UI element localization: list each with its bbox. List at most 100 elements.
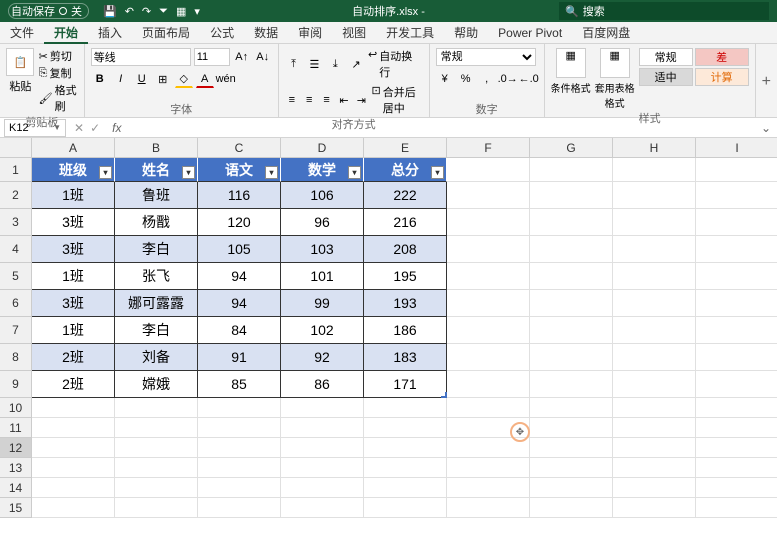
cell-E11[interactable] <box>364 418 447 438</box>
filter-button[interactable]: ▾ <box>431 166 444 179</box>
cell-F5[interactable] <box>447 263 530 290</box>
cell-G1[interactable] <box>530 158 613 182</box>
cell-F4[interactable] <box>447 236 530 263</box>
cell-I15[interactable] <box>696 498 777 518</box>
increase-font-icon[interactable]: A↑ <box>233 48 251 66</box>
col-header-F[interactable]: F <box>447 138 530 158</box>
tab-数据[interactable]: 数据 <box>244 22 288 44</box>
table-icon[interactable]: ▦ <box>176 5 186 18</box>
align-top-icon[interactable]: ⤒ <box>285 55 303 73</box>
cell-B11[interactable] <box>115 418 198 438</box>
cell-H14[interactable] <box>613 478 696 498</box>
cell-B13[interactable] <box>115 458 198 478</box>
cell-H3[interactable] <box>613 209 696 236</box>
cell-F6[interactable] <box>447 290 530 317</box>
cell-E10[interactable] <box>364 398 447 418</box>
cell-A8[interactable]: 2班 <box>32 344 115 371</box>
align-center-icon[interactable]: ≡ <box>302 91 316 109</box>
row-header-7[interactable]: 7 <box>0 317 32 344</box>
cell-C11[interactable] <box>198 418 281 438</box>
cell-B3[interactable]: 杨戬 <box>115 209 198 236</box>
font-color-button[interactable]: A <box>196 70 214 88</box>
cell-A6[interactable]: 3班 <box>32 290 115 317</box>
tab-开始[interactable]: 开始 <box>44 22 88 44</box>
align-middle-icon[interactable]: ☰ <box>306 55 324 73</box>
cell-H13[interactable] <box>613 458 696 478</box>
cell-G12[interactable] <box>530 438 613 458</box>
cell-D2[interactable]: 106 <box>281 182 364 209</box>
col-header-D[interactable]: D <box>281 138 364 158</box>
cell-B5[interactable]: 张飞 <box>115 263 198 290</box>
cell-A3[interactable]: 3班 <box>32 209 115 236</box>
cell-B12[interactable] <box>115 438 198 458</box>
cell-I12[interactable] <box>696 438 777 458</box>
tab-审阅[interactable]: 审阅 <box>288 22 332 44</box>
spreadsheet-grid[interactable]: ABCDEFGHI 123456789101112131415 班级▾姓名▾语文… <box>0 138 777 552</box>
ribbon-expand[interactable]: + <box>756 44 777 117</box>
cut-button[interactable]: ✂剪切 <box>39 48 78 64</box>
cell-G15[interactable] <box>530 498 613 518</box>
cell-I3[interactable] <box>696 209 777 236</box>
cell-G11[interactable] <box>530 418 613 438</box>
row-header-3[interactable]: 3 <box>0 209 32 236</box>
filter-button[interactable]: ▾ <box>348 166 361 179</box>
cell-C6[interactable]: 94 <box>198 290 281 317</box>
cell-A7[interactable]: 1班 <box>32 317 115 344</box>
merge-button[interactable]: ⊡合并后居中 <box>371 84 422 116</box>
cell-G14[interactable] <box>530 478 613 498</box>
row-header-14[interactable]: 14 <box>0 478 32 498</box>
cell-E12[interactable] <box>364 438 447 458</box>
cell-G5[interactable] <box>530 263 613 290</box>
cell-I6[interactable] <box>696 290 777 317</box>
cell-E1[interactable]: 总分▾ <box>364 158 447 182</box>
number-format-select[interactable]: 常规 <box>436 48 536 66</box>
tab-页面布局[interactable]: 页面布局 <box>132 22 200 44</box>
cell-E4[interactable]: 208 <box>364 236 447 263</box>
cell-A9[interactable]: 2班 <box>32 371 115 398</box>
cell-I10[interactable] <box>696 398 777 418</box>
cell-H8[interactable] <box>613 344 696 371</box>
search-box[interactable]: 🔍 搜索 <box>559 2 769 20</box>
expand-formula-bar-icon[interactable]: ⌄ <box>755 121 777 135</box>
filter-button[interactable]: ▾ <box>182 166 195 179</box>
cell-I2[interactable] <box>696 182 777 209</box>
cell-I1[interactable] <box>696 158 777 182</box>
cell-A11[interactable] <box>32 418 115 438</box>
cell-D11[interactable] <box>281 418 364 438</box>
tab-百度网盘[interactable]: 百度网盘 <box>572 22 640 44</box>
cell-D4[interactable]: 103 <box>281 236 364 263</box>
cell-F13[interactable] <box>447 458 530 478</box>
cell-I8[interactable] <box>696 344 777 371</box>
align-left-icon[interactable]: ≡ <box>285 91 299 109</box>
decrease-decimal-icon[interactable]: ←.0 <box>520 70 538 88</box>
cell-E14[interactable] <box>364 478 447 498</box>
increase-decimal-icon[interactable]: .0→ <box>499 70 517 88</box>
cell-F8[interactable] <box>447 344 530 371</box>
copy-button[interactable]: ⎘复制 <box>39 65 78 81</box>
cell-I5[interactable] <box>696 263 777 290</box>
cell-B4[interactable]: 李白 <box>115 236 198 263</box>
cell-D15[interactable] <box>281 498 364 518</box>
cell-D8[interactable]: 92 <box>281 344 364 371</box>
cell-F2[interactable] <box>447 182 530 209</box>
row-header-1[interactable]: 1 <box>0 158 32 182</box>
cell-A1[interactable]: 班级▾ <box>32 158 115 182</box>
col-header-I[interactable]: I <box>696 138 777 158</box>
cell-C14[interactable] <box>198 478 281 498</box>
row-header-5[interactable]: 5 <box>0 263 32 290</box>
cell-F10[interactable] <box>447 398 530 418</box>
tab-插入[interactable]: 插入 <box>88 22 132 44</box>
fx-icon[interactable]: fx <box>108 121 125 135</box>
col-header-C[interactable]: C <box>198 138 281 158</box>
cell-F1[interactable] <box>447 158 530 182</box>
cell-H10[interactable] <box>613 398 696 418</box>
cell-D9[interactable]: 86 <box>281 371 364 398</box>
row-header-8[interactable]: 8 <box>0 344 32 371</box>
tab-Power Pivot[interactable]: Power Pivot <box>488 22 572 44</box>
select-all-corner[interactable] <box>0 138 32 158</box>
cell-B1[interactable]: 姓名▾ <box>115 158 198 182</box>
cells-area[interactable]: 班级▾姓名▾语文▾数学▾总分▾1班鲁班1161062223班杨戬12096216… <box>32 158 777 518</box>
cell-G3[interactable] <box>530 209 613 236</box>
decrease-font-icon[interactable]: A↓ <box>254 48 272 66</box>
filter-button[interactable]: ▾ <box>265 166 278 179</box>
